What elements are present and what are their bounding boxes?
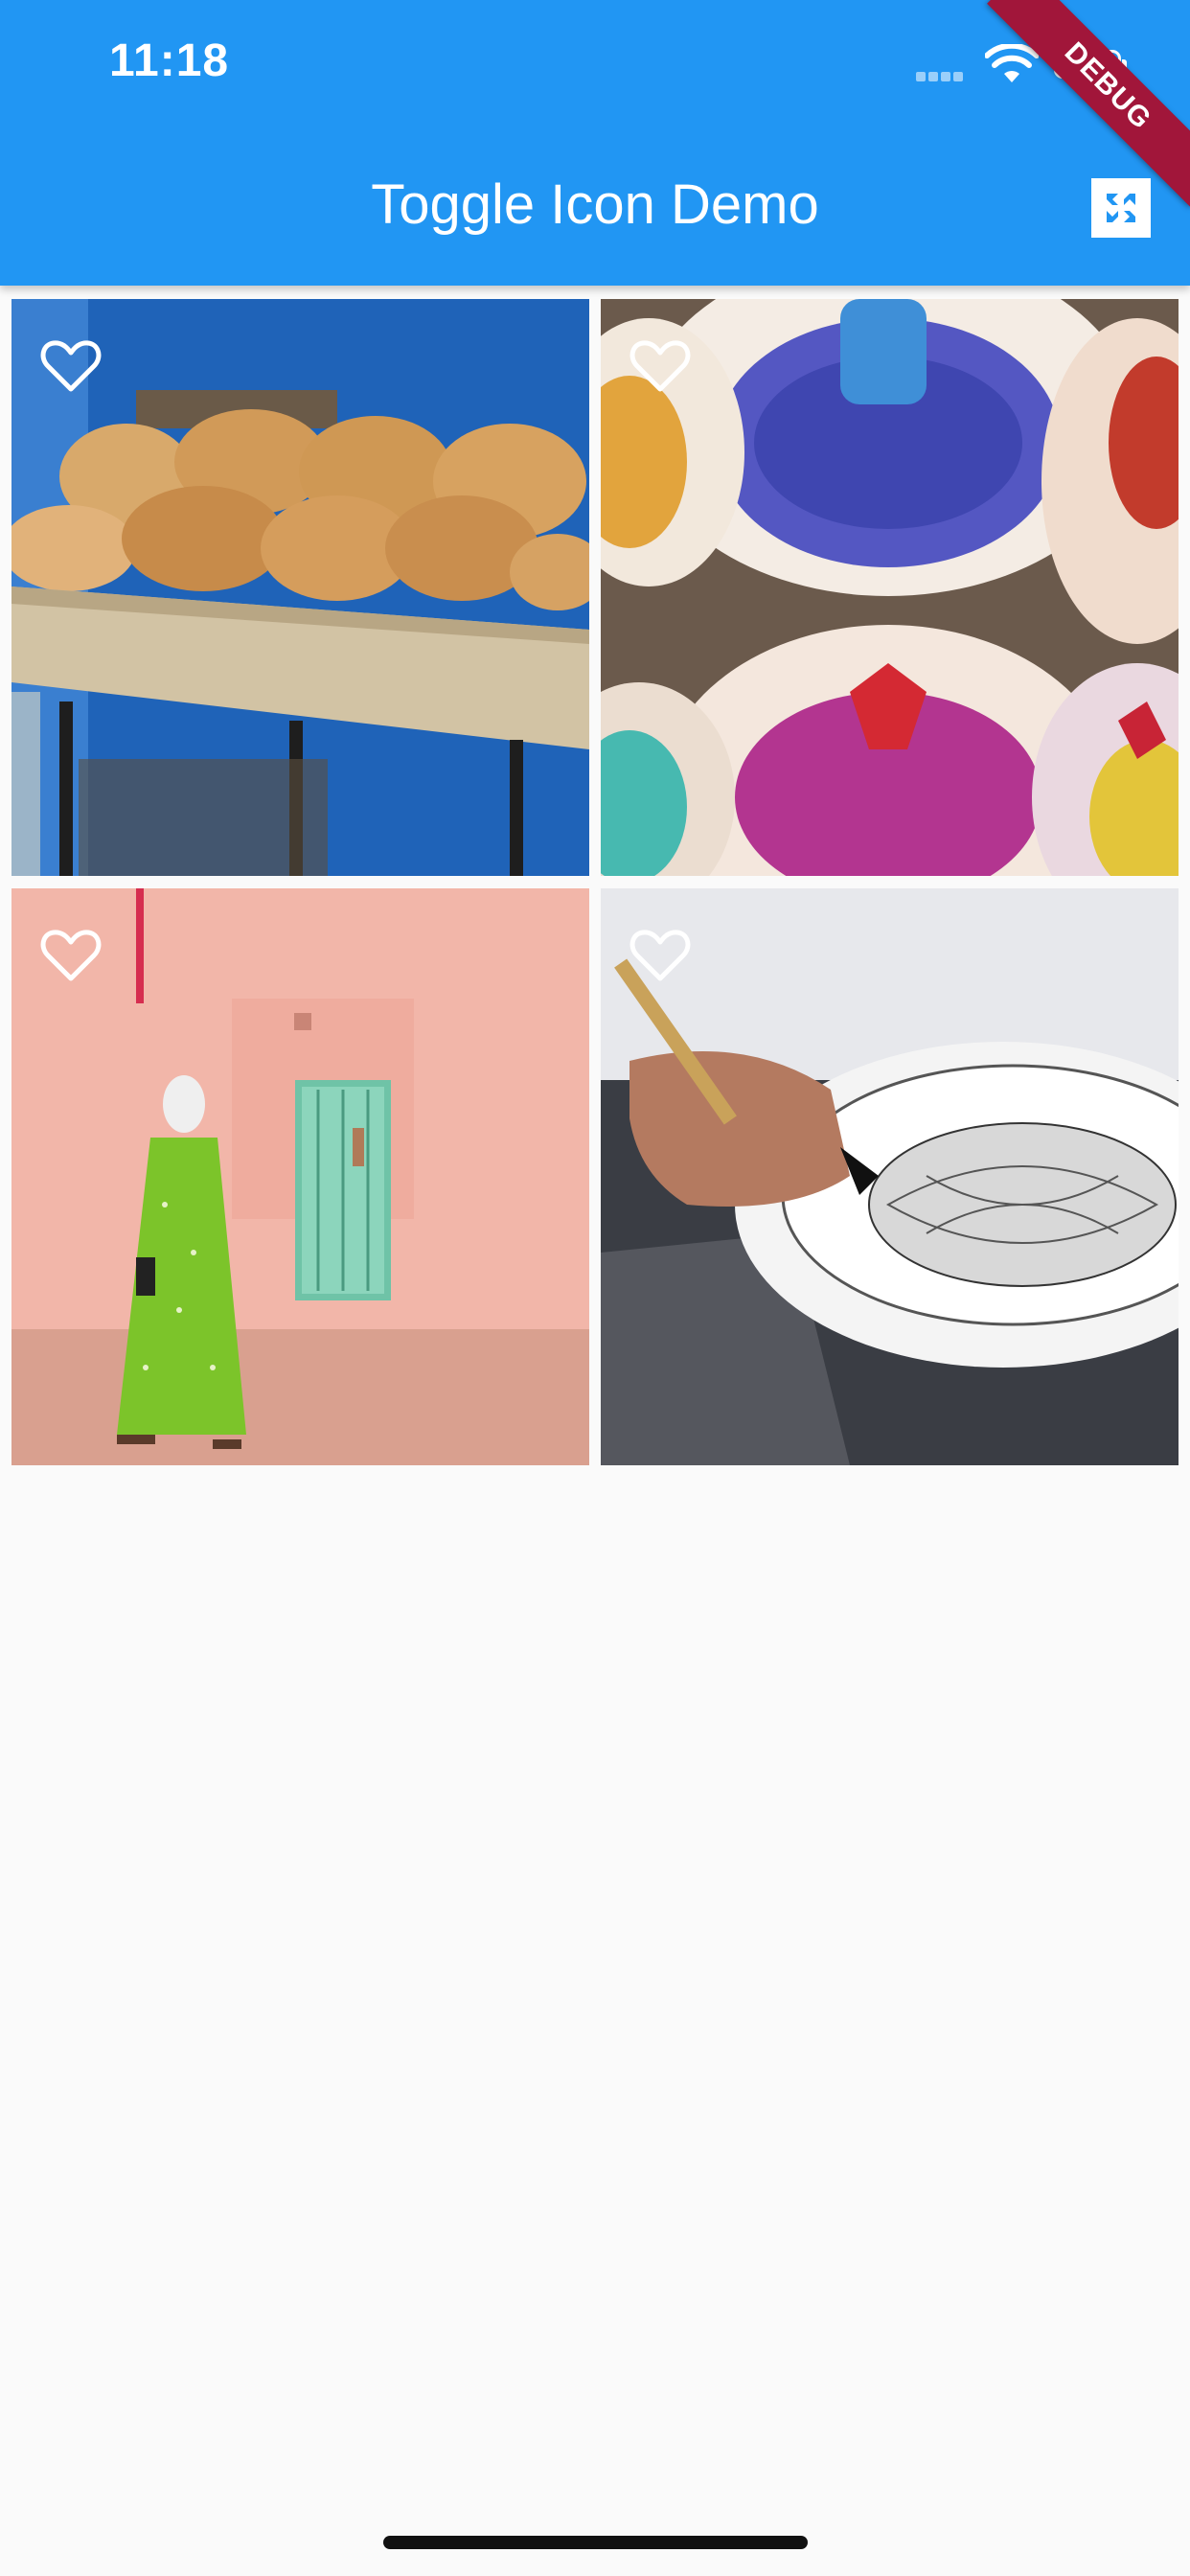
app-bar: 11:18 Toggle Icon Demo [0, 0, 1190, 286]
photo-tile[interactable] [11, 888, 589, 1465]
heart-outline-icon[interactable] [40, 927, 102, 984]
photo-tile[interactable] [11, 299, 589, 876]
cellular-signal-icon [916, 69, 970, 82]
heart-outline-icon[interactable] [40, 337, 102, 395]
photo-tile[interactable] [601, 299, 1179, 876]
fullscreen-icon[interactable] [1087, 174, 1155, 242]
status-time: 11:18 [109, 35, 230, 86]
photo-tile[interactable] [601, 888, 1179, 1465]
heart-outline-icon[interactable] [629, 927, 691, 984]
page-title: Toggle Icon Demo [371, 173, 819, 236]
heart-outline-icon[interactable] [629, 337, 691, 395]
wifi-icon [985, 44, 1039, 82]
home-indicator[interactable] [383, 2536, 808, 2549]
